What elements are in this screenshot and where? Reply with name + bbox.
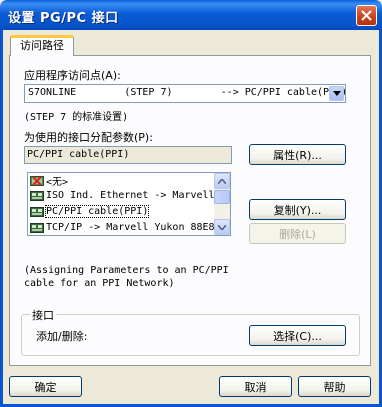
- description-text: (Assigning Parameters to an PC/PPI cable…: [24, 265, 229, 289]
- ok-button[interactable]: 确定: [9, 376, 82, 397]
- scroll-up-button[interactable]: [214, 173, 230, 189]
- scroll-down-button[interactable]: [214, 219, 230, 235]
- interface-name: <无>: [46, 177, 69, 188]
- network-adapter-icon: [30, 206, 44, 217]
- vertical-scrollbar[interactable]: [214, 173, 230, 235]
- dropdown-button[interactable]: [329, 86, 344, 101]
- param-set-field[interactable]: PC/PPI cable(PPI): [24, 146, 232, 164]
- network-adapter-icon: [30, 222, 44, 233]
- dialog-window: 设置 PG/PC 接口 访问路径 应用程序访问点(A): S7ONLINE (S…: [0, 0, 382, 407]
- access-point-value: S7ONLINE (STEP 7) --> PC/PPI cable(PPI): [28, 87, 348, 98]
- delete-button[interactable]: 删除(L): [249, 223, 346, 244]
- close-button[interactable]: [356, 5, 377, 26]
- properties-button[interactable]: 属性(R)...: [249, 144, 346, 165]
- list-item[interactable]: ISO Ind. Ethernet -> Marvell: [30, 188, 215, 203]
- copy-button[interactable]: 复制(Y)...: [249, 199, 346, 220]
- chevron-down-icon: [218, 224, 226, 230]
- access-point-note: (STEP 7 的标准设置): [24, 112, 129, 123]
- interface-name: ISO Ind. Ethernet -> Marvell: [46, 190, 215, 201]
- group-title: 接口: [30, 307, 56, 323]
- interface-name: TCP/IP -> Marvell Yukon 88E8: [46, 222, 215, 233]
- list-item[interactable]: TCP/IP -> Marvell Yukon 88E8: [30, 220, 215, 235]
- title-bar[interactable]: 设置 PG/PC 接口: [0, 0, 382, 30]
- list-item[interactable]: <无>: [30, 173, 68, 188]
- list-item-selected[interactable]: PC/PPI cable(PPI): [30, 204, 150, 219]
- network-adapter-icon: [30, 190, 44, 201]
- access-point-dropdown[interactable]: S7ONLINE (STEP 7) --> PC/PPI cable(PPI): [24, 84, 348, 103]
- param-set-value: PC/PPI cable(PPI): [27, 149, 130, 160]
- access-point-label: 应用程序访问点(A):: [24, 69, 121, 82]
- add-remove-label: 添加/删除:: [36, 330, 88, 343]
- network-icon: [30, 175, 44, 186]
- cancel-button[interactable]: 取消: [219, 376, 292, 397]
- select-button[interactable]: 选择(C)...: [249, 325, 346, 346]
- chevron-down-icon: [332, 91, 341, 96]
- interface-name: PC/PPI cable(PPI): [44, 205, 150, 218]
- interface-list[interactable]: <无> ISO Ind. Ethernet -> Marvell PC/PPI …: [27, 172, 231, 236]
- close-icon: [361, 10, 372, 21]
- param-set-label: 为使用的接口分配参数(P):: [24, 131, 153, 144]
- window-title: 设置 PG/PC 接口: [8, 11, 119, 26]
- chevron-up-icon: [218, 178, 226, 184]
- scrollbar-thumb[interactable]: [214, 190, 230, 204]
- help-button[interactable]: 帮助: [298, 376, 371, 397]
- tab-access-path[interactable]: 访问路径: [10, 35, 74, 56]
